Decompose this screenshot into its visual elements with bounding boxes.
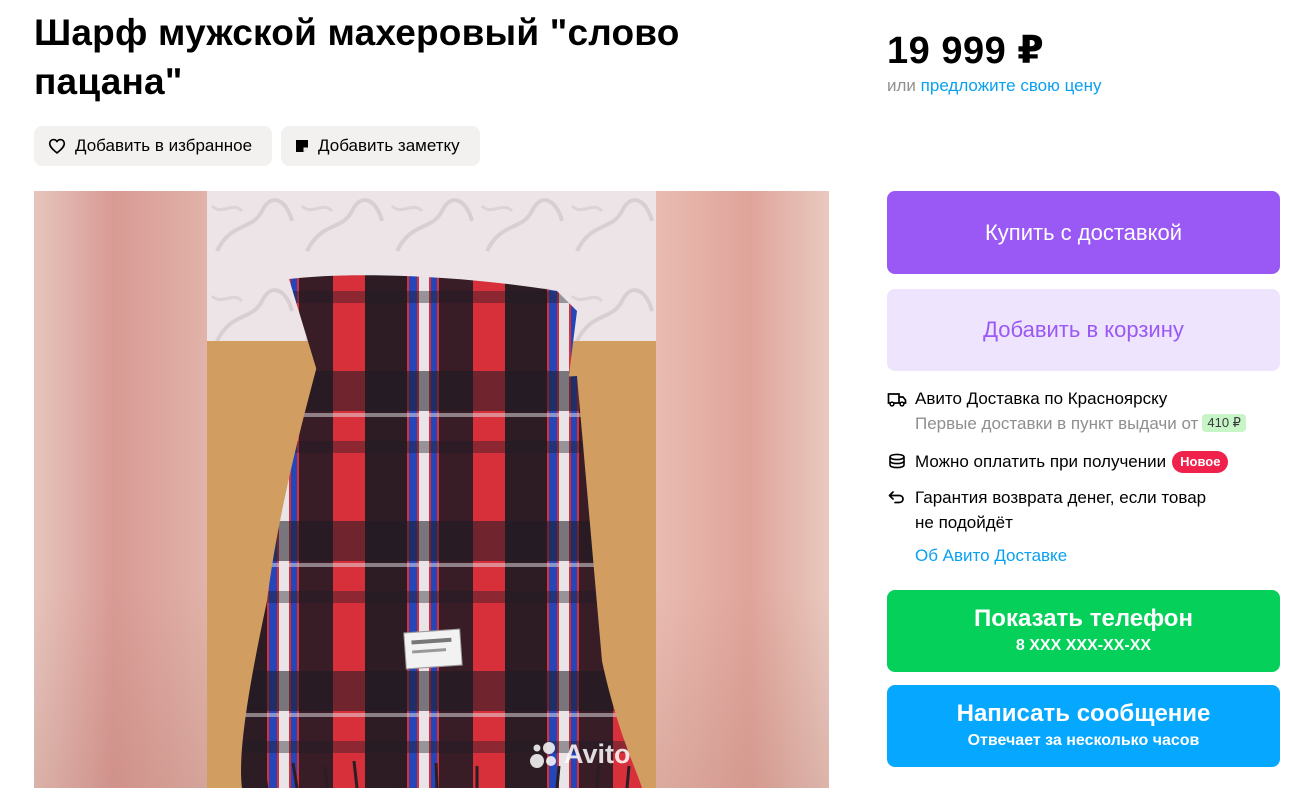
- payment-text: Можно оплатить при получении: [915, 452, 1167, 471]
- delivery-price-tag: 410 ₽: [1202, 414, 1246, 432]
- heart-icon: [48, 138, 66, 154]
- guarantee-line1: Гарантия возврата денег, если товар: [915, 488, 1207, 507]
- avito-watermark-text: Avito: [564, 739, 631, 769]
- delivery-title: Авито Доставка по Красноярску: [915, 389, 1168, 408]
- show-phone-label: Показать телефон: [974, 605, 1193, 632]
- price-value: 19 999 ₽: [887, 30, 1045, 72]
- guarantee-line2: не подойдёт: [915, 513, 1013, 532]
- add-to-cart-label: Добавить в корзину: [983, 317, 1184, 342]
- add-note-label: Добавить заметку: [318, 136, 460, 155]
- about-avito-delivery-link[interactable]: Об Авито Доставке: [915, 546, 1067, 566]
- avito-watermark: Avito: [529, 739, 631, 770]
- truck-icon: [887, 393, 907, 407]
- phone-number-masked: 8 XXX XXX-XX-XX: [1015, 637, 1152, 654]
- listing-title: Шарф мужской махеровый "слово пацана": [34, 12, 680, 102]
- note-icon: [296, 140, 309, 152]
- listing-actions: Добавить в избранное Добавить заметку: [34, 126, 480, 166]
- photo-gallery[interactable]: Avito: [34, 191, 829, 788]
- add-to-favorites-button[interactable]: Добавить в избранное: [34, 126, 273, 166]
- delivery-info: Авито Доставка по Красноярску Первые дос…: [887, 386, 1246, 436]
- price-offer-line: или предложите свою цену: [887, 76, 1102, 96]
- payment-info: Можно оплатить при получении Новое: [887, 449, 1229, 474]
- add-note-button[interactable]: Добавить заметку: [281, 126, 480, 166]
- delivery-subtitle-text: Первые доставки в пункт выдачи от: [915, 414, 1199, 433]
- buy-with-delivery-button[interactable]: Купить с доставкой: [887, 191, 1280, 274]
- price-or-text: или: [887, 76, 916, 95]
- delivery-subtitle: Первые доставки в пункт выдачи от 410 ₽: [915, 411, 1246, 436]
- guarantee-info: Гарантия возврата денег, если товар не п…: [887, 485, 1206, 535]
- return-arrow-icon: [888, 491, 904, 504]
- add-to-favorites-label: Добавить в избранное: [75, 136, 253, 155]
- product-photo[interactable]: [207, 191, 656, 788]
- add-to-cart-button[interactable]: Добавить в корзину: [887, 289, 1280, 371]
- reply-time-text: Отвечает за несколько часов: [967, 732, 1200, 749]
- new-badge: Новое: [1172, 451, 1229, 473]
- show-phone-button[interactable]: Показать телефон 8 XXX XXX-XX-XX: [887, 590, 1280, 672]
- buy-with-delivery-label: Купить с доставкой: [984, 219, 1182, 245]
- scarf-photo-image: [207, 191, 656, 788]
- coins-icon: [889, 453, 905, 469]
- avito-logo-icon: [530, 741, 556, 768]
- offer-price-link[interactable]: предложите свою цену: [921, 76, 1102, 95]
- write-message-label: Написать сообщение: [956, 700, 1211, 727]
- write-message-button[interactable]: Написать сообщение Отвечает за несколько…: [887, 685, 1280, 767]
